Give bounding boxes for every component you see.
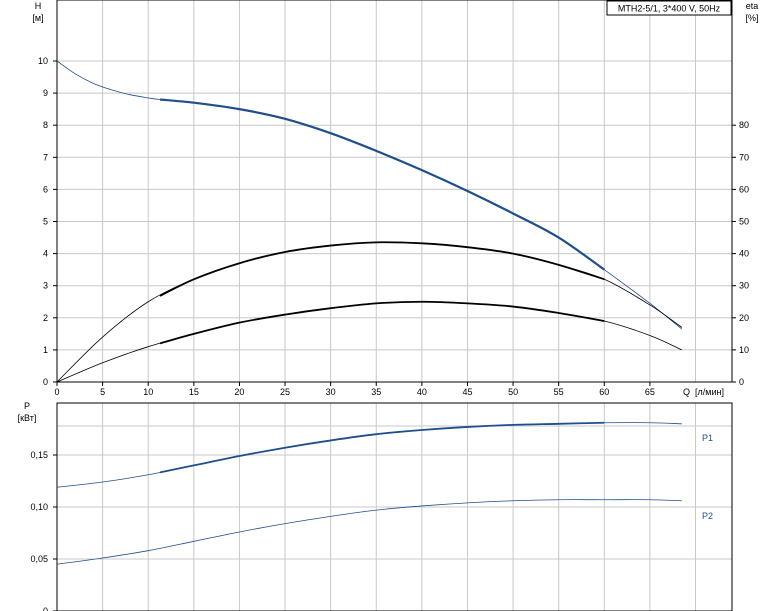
efficiency-curve-operating-range [159, 241, 605, 297]
efficiency-axis-unit: [%] [745, 13, 758, 23]
power-axis-ticks: 0 0,05 0,10 0,15 [30, 450, 57, 611]
flow-axis-unit: [л/мин] [695, 387, 724, 397]
head-tick-label: 2 [43, 313, 48, 323]
p1-operating-range [159, 421, 605, 474]
power-tick-label: 0,10 [30, 502, 48, 512]
head-curve [56, 60, 683, 330]
head-tick-label: 7 [43, 152, 48, 162]
flow-tick-label: 30 [326, 387, 336, 397]
pump-performance-chart: 012345678910 01020304050607080 0 5 10 15 20 2… [18, 0, 759, 611]
flow-tick-label: 40 [417, 387, 427, 397]
efficiency-axis-label: eta [746, 1, 759, 11]
npsh-curve [56, 301, 682, 383]
efficiency-tick-label: 70 [739, 152, 749, 162]
head-axis-label: H [35, 1, 42, 11]
power-axis-label: P [24, 401, 30, 411]
flow-tick-label: 65 [645, 387, 655, 397]
power-axis-unit: [кВт] [18, 413, 37, 423]
head-tick-label: 9 [43, 88, 48, 98]
efficiency-curve [56, 241, 683, 383]
flow-axis-ticks: 0 5 10 15 20 25 30 35 40 45 50 55 60 65 [54, 382, 655, 397]
lower-grid [57, 403, 732, 611]
head-tick-label: 10 [38, 56, 48, 66]
flow-tick-label: 50 [508, 387, 518, 397]
flow-tick-label: 10 [143, 387, 153, 397]
npsh-curve-operating-range [159, 300, 605, 345]
flow-tick-label: 0 [54, 387, 59, 397]
head-tick-label: 6 [43, 184, 48, 194]
head-tick-label: 8 [43, 120, 48, 130]
upper-plot-frame [56, 0, 733, 383]
p2-series-label: P2 [702, 511, 713, 521]
efficiency-tick-label: 10 [739, 345, 749, 355]
power-tick-label: 0 [43, 606, 48, 611]
flow-tick-label: 35 [371, 387, 381, 397]
efficiency-tick-label: 20 [739, 313, 749, 323]
flow-tick-label: 20 [234, 387, 244, 397]
head-axis-ticks: 0 1 2 3 4 5 6 7 8 9 10 [38, 56, 57, 387]
head-tick-label: 0 [43, 377, 48, 387]
lower-series-group [56, 421, 682, 565]
head-tick-label: 5 [43, 216, 48, 226]
p1-series-label: P1 [702, 433, 713, 443]
efficiency-axis-ticks: 0 10 20 30 40 50 60 70 80 [732, 120, 749, 387]
flow-tick-label: 55 [554, 387, 564, 397]
head-tick-label: 4 [43, 249, 48, 259]
upper-grid [57, 0, 732, 382]
head-axis-unit: [м] [32, 13, 43, 23]
efficiency-tick-label: 50 [739, 216, 749, 226]
efficiency-tick-label: 30 [739, 281, 749, 291]
flow-tick-label: 25 [280, 387, 290, 397]
flow-tick-label: 15 [189, 387, 199, 397]
flow-tick-label: 45 [462, 387, 472, 397]
efficiency-tick-label: 40 [739, 249, 749, 259]
head-tick-label: 1 [43, 345, 48, 355]
power-tick-label: 0,05 [30, 554, 48, 564]
efficiency-tick-label: 0 [739, 377, 744, 387]
p2-curve [56, 499, 682, 565]
efficiency-tick-label: 60 [739, 184, 749, 194]
flow-tick-label: 5 [100, 387, 105, 397]
chart-title: MTH2-5/1, 3*400 V, 50Hz [618, 4, 721, 14]
head-tick-label: 3 [43, 281, 48, 291]
flow-tick-label: 60 [599, 387, 609, 397]
lower-chart: 0 0,05 0,10 0,15 P [кВт] P1 P2 [18, 401, 733, 611]
flow-axis-label: Q [683, 387, 690, 397]
upper-chart: 012345678910 01020304050607080 0 5 10 15 20 2… [32, 0, 759, 397]
power-tick-label: 0,15 [30, 450, 48, 460]
efficiency-tick-label: 80 [739, 120, 749, 130]
